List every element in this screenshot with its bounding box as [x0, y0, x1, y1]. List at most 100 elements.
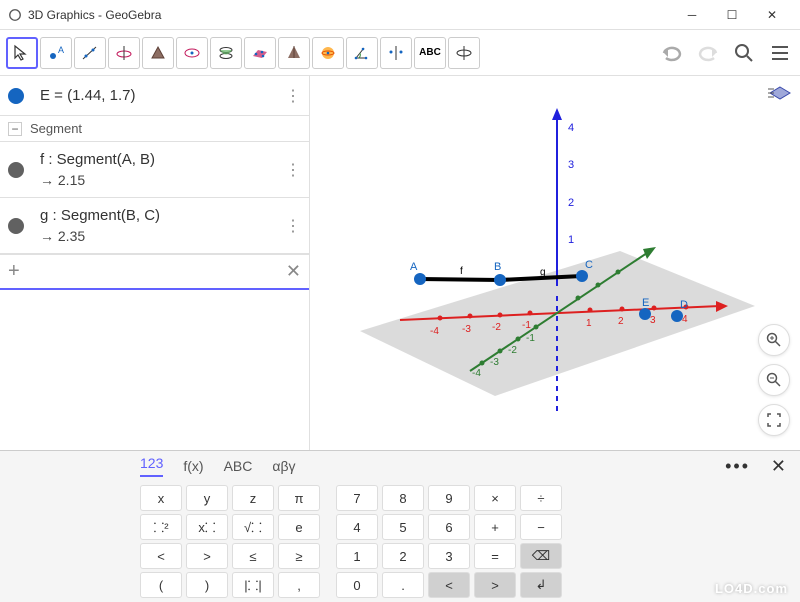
svg-text:-2: -2	[508, 345, 517, 356]
window-controls: ─ ☐ ✕	[672, 1, 792, 29]
graphics-3d-view[interactable]: 4 3 2 1 -4 -3 -2 -1 1 2 3 4 -4 -3 -2 -1	[310, 76, 800, 450]
key-div[interactable]: ÷	[520, 485, 562, 511]
key-5[interactable]: 5	[382, 514, 424, 540]
kb-tab-greek[interactable]: αβγ	[272, 458, 295, 474]
minimize-button[interactable]: ─	[672, 1, 712, 29]
visibility-toggle-icon[interactable]	[8, 88, 24, 104]
svg-text:-2: -2	[492, 322, 501, 333]
svg-text:D: D	[680, 299, 688, 311]
keyboard-grid: x ⸬² < ( y x⸬ > ) z √⸬ ≤ |⸬| π e ≥ , 7 4…	[0, 481, 800, 602]
item-menu-icon[interactable]: ⋮	[285, 86, 301, 106]
zoom-in-button[interactable]	[758, 324, 790, 356]
line-tool[interactable]	[74, 37, 106, 69]
kb-tab-fx[interactable]: f(x)	[183, 458, 203, 474]
main-area: E = (1.44, 1.7) ⋮ − Segment f : Segment(…	[0, 76, 800, 450]
undo-button[interactable]	[658, 39, 686, 67]
perpendicular-tool[interactable]	[108, 37, 140, 69]
svg-text:3: 3	[650, 315, 656, 326]
key-dot[interactable]: .	[382, 572, 424, 598]
key-gt[interactable]: >	[186, 543, 228, 569]
algebra-item-segment-f[interactable]: f : Segment(A, B) → 2.15 ⋮	[0, 142, 309, 198]
item-menu-icon[interactable]: ⋮	[285, 160, 301, 180]
pyramid-tool[interactable]	[278, 37, 310, 69]
key-y[interactable]: y	[186, 485, 228, 511]
graphics-3d-canvas[interactable]: 4 3 2 1 -4 -3 -2 -1 1 2 3 4 -4 -3 -2 -1	[310, 76, 800, 450]
zoom-out-button[interactable]	[758, 364, 790, 396]
graphics-style-bar-toggle[interactable]	[764, 80, 796, 108]
clear-input-icon[interactable]: ✕	[286, 261, 301, 282]
kb-tab-123[interactable]: 123	[140, 455, 163, 477]
key-z[interactable]: z	[232, 485, 274, 511]
keyboard-more-icon[interactable]: •••	[725, 456, 750, 477]
point-tool[interactable]: A	[40, 37, 72, 69]
key-8[interactable]: 8	[382, 485, 424, 511]
algebra-input-row[interactable]: + ✕	[0, 254, 309, 290]
kb-tab-abc[interactable]: ABC	[224, 458, 253, 474]
key-backspace[interactable]: ⌫	[520, 543, 562, 569]
watermark: LO4D.com	[715, 581, 788, 596]
key-le[interactable]: ≤	[232, 543, 274, 569]
key-4[interactable]: 4	[336, 514, 378, 540]
maximize-button[interactable]: ☐	[712, 1, 752, 29]
key-left[interactable]: <	[428, 572, 470, 598]
svg-text:-1: -1	[526, 333, 535, 344]
key-3[interactable]: 3	[428, 543, 470, 569]
item-menu-icon[interactable]: ⋮	[285, 216, 301, 236]
key-7[interactable]: 7	[336, 485, 378, 511]
key-pi[interactable]: π	[278, 485, 320, 511]
key-lparen[interactable]: (	[140, 572, 182, 598]
plane-tool[interactable]	[244, 37, 276, 69]
intersect-tool[interactable]	[210, 37, 242, 69]
key-1[interactable]: 1	[336, 543, 378, 569]
sphere-tool[interactable]	[312, 37, 344, 69]
key-square[interactable]: ⸬²	[140, 514, 182, 540]
svg-text:f: f	[460, 266, 463, 277]
circle-tool[interactable]	[176, 37, 208, 69]
key-eq[interactable]: =	[474, 543, 516, 569]
visibility-toggle-icon[interactable]	[8, 162, 24, 178]
visibility-toggle-icon[interactable]	[8, 218, 24, 234]
rotate-view-tool[interactable]	[448, 37, 480, 69]
key-sqrt[interactable]: √⸬	[232, 514, 274, 540]
key-right[interactable]: >	[474, 572, 516, 598]
key-ge[interactable]: ≥	[278, 543, 320, 569]
window-titlebar: 3D Graphics - GeoGebra ─ ☐ ✕	[0, 0, 800, 30]
key-9[interactable]: 9	[428, 485, 470, 511]
close-button[interactable]: ✕	[752, 1, 792, 29]
key-minus[interactable]: −	[520, 514, 562, 540]
svg-text:A: A	[58, 45, 64, 55]
key-mult[interactable]: ×	[474, 485, 516, 511]
svg-text:B: B	[494, 261, 501, 273]
svg-text:2: 2	[568, 197, 574, 209]
svg-text:A: A	[410, 261, 418, 273]
move-tool[interactable]	[6, 37, 38, 69]
key-power[interactable]: x⸬	[186, 514, 228, 540]
main-toolbar: A ABC	[0, 30, 800, 76]
key-plus[interactable]: +	[474, 514, 516, 540]
key-lt[interactable]: <	[140, 543, 182, 569]
key-0[interactable]: 0	[336, 572, 378, 598]
reflect-tool[interactable]	[380, 37, 412, 69]
algebra-item-point-e[interactable]: E = (1.44, 1.7) ⋮	[0, 76, 309, 116]
search-button[interactable]	[730, 39, 758, 67]
algebra-item-segment-g[interactable]: g : Segment(B, C) → 2.35 ⋮	[0, 198, 309, 254]
keyboard-close-icon[interactable]: ✕	[771, 456, 786, 477]
fullscreen-button[interactable]	[758, 404, 790, 436]
angle-tool[interactable]	[346, 37, 378, 69]
key-abs[interactable]: |⸬|	[232, 572, 274, 598]
key-e[interactable]: e	[278, 514, 320, 540]
menu-button[interactable]	[766, 39, 794, 67]
text-tool[interactable]: ABC	[414, 37, 446, 69]
algebra-section-segment[interactable]: − Segment	[0, 116, 309, 142]
key-2[interactable]: 2	[382, 543, 424, 569]
key-enter[interactable]: ↲	[520, 572, 562, 598]
collapse-icon[interactable]: −	[8, 122, 22, 136]
algebra-input[interactable]	[36, 257, 286, 287]
polygon-tool[interactable]	[142, 37, 174, 69]
key-x[interactable]: x	[140, 485, 182, 511]
key-6[interactable]: 6	[428, 514, 470, 540]
key-comma[interactable]: ,	[278, 572, 320, 598]
redo-button[interactable]	[694, 39, 722, 67]
key-rparen[interactable]: )	[186, 572, 228, 598]
svg-text:E: E	[642, 297, 649, 309]
